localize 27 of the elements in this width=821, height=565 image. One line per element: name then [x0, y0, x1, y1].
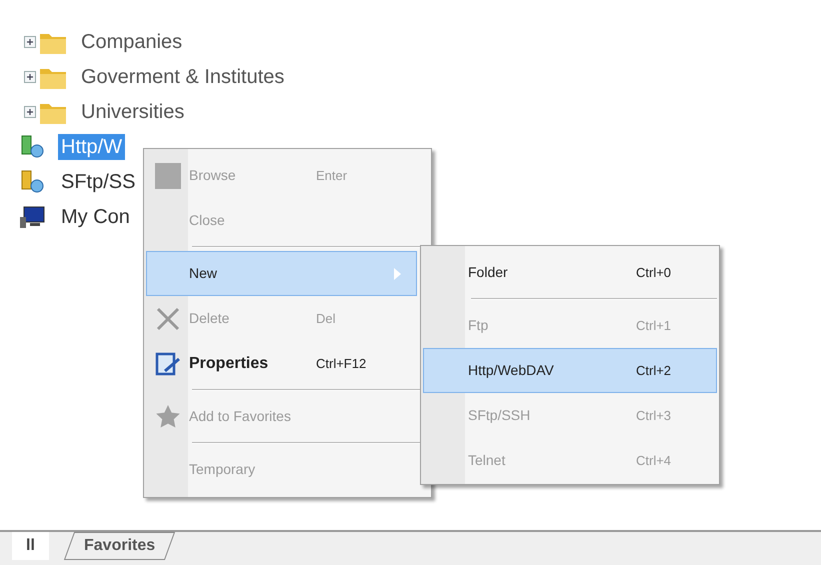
tree-item[interactable]: Universities	[78, 98, 188, 124]
tree-item[interactable]: Companies	[78, 28, 186, 54]
expand-icon[interactable]	[24, 106, 36, 118]
tree-item[interactable]: SFtp/SS	[58, 168, 138, 194]
tab[interactable]: ll	[12, 532, 49, 560]
expand-icon[interactable]	[24, 70, 36, 82]
delete-icon	[155, 306, 181, 332]
shortcut-text: Ctrl+3	[636, 406, 672, 425]
submenu-arrow-icon	[392, 266, 402, 280]
properties-icon	[155, 350, 181, 376]
menu-item[interactable]: Properties Ctrl+F12	[146, 341, 417, 386]
square-icon	[155, 162, 181, 188]
shortcut-text: Ctrl+4	[636, 452, 672, 470]
menu-item[interactable]: Folder Ctrl+0	[423, 250, 717, 295]
shortcut-text: Ctrl+0	[636, 264, 672, 282]
tree-item[interactable]: My Con	[58, 204, 133, 230]
tab[interactable]: Favorites	[64, 532, 176, 560]
tree-item[interactable]: Goverment & Institutes	[78, 64, 288, 90]
shortcut-text: Del	[316, 310, 337, 328]
shortcut-text: Ctrl+2	[636, 362, 672, 380]
expand-icon[interactable]	[24, 36, 36, 48]
menu-item[interactable]: Http/WebDAV Ctrl+2	[423, 348, 717, 393]
menu-item[interactable]: New	[146, 251, 417, 296]
shortcut-text: Ctrl+F12	[316, 354, 368, 373]
shortcut-text: Ctrl+1	[636, 316, 672, 335]
shortcut-text: Enter	[316, 166, 348, 185]
star-icon	[155, 404, 181, 430]
